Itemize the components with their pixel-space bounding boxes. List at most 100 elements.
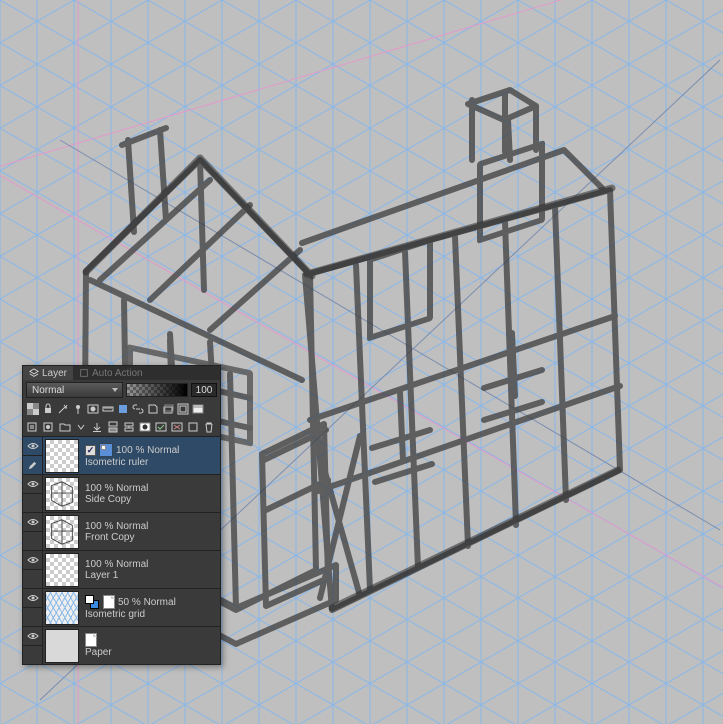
layer-row-side_copy[interactable]: 100 % NormalSide Copy <box>23 474 220 512</box>
layer-thumbnail[interactable] <box>45 553 79 587</box>
opacity-slider[interactable] <box>126 383 188 397</box>
layer-thumb-wrap <box>43 437 81 474</box>
layer-name[interactable]: Isometric ruler <box>85 457 220 468</box>
layer-opacity-label: 100 % Normal <box>85 521 148 532</box>
layer-color-chip[interactable] <box>85 595 99 609</box>
layer-name[interactable]: Paper <box>85 647 220 658</box>
page-icon <box>103 595 115 609</box>
tab-auto-action[interactable]: Auto Action <box>73 366 149 380</box>
layer-list[interactable]: ✓100 % NormalIsometric ruler100 % Normal… <box>23 436 220 664</box>
layer-opacity-label: 100 % Normal <box>116 445 179 456</box>
edit-indicator[interactable] <box>23 532 42 550</box>
layer-info-top: 100 % Normal <box>85 483 220 494</box>
new-vector-layer-icon[interactable] <box>41 419 56 435</box>
layer-panel[interactable]: Layer Auto Action Normal 100 <box>22 365 221 665</box>
layer-name[interactable]: Side Copy <box>85 494 220 505</box>
layer-name[interactable]: Layer 1 <box>85 570 220 581</box>
new-raster-layer-icon[interactable] <box>25 419 40 435</box>
edit-indicator[interactable] <box>23 608 42 626</box>
layer-visibility-col <box>23 627 43 664</box>
merge-visible-icon[interactable] <box>121 419 136 435</box>
trash-icon[interactable] <box>201 419 216 435</box>
tab-layer-label: Layer <box>42 368 67 379</box>
ruler-toggle-icon[interactable] <box>100 401 115 417</box>
layer-thumb-wrap <box>43 475 81 512</box>
layer-info: 50 % NormalIsometric grid <box>81 589 220 626</box>
ruler-icon <box>99 443 113 457</box>
pin-icon[interactable] <box>70 401 85 417</box>
ruler-enable-checkbox[interactable]: ✓ <box>85 445 96 456</box>
panel-tabs: Layer Auto Action <box>23 366 220 380</box>
layer-visibility-col <box>23 513 43 550</box>
clear-layer-icon[interactable] <box>185 419 200 435</box>
link-icon[interactable] <box>130 401 145 417</box>
tab-layer[interactable]: Layer <box>23 366 73 380</box>
layer-name[interactable]: Isometric grid <box>85 609 220 620</box>
layer-visibility-col <box>23 589 43 626</box>
visibility-toggle[interactable] <box>23 551 42 570</box>
layer-thumbnail[interactable] <box>45 629 79 663</box>
visibility-toggle[interactable] <box>23 589 42 608</box>
frame-icon[interactable] <box>175 401 190 417</box>
visibility-toggle[interactable] <box>23 627 42 646</box>
layer-icon[interactable] <box>160 401 175 417</box>
layer-name[interactable]: Front Copy <box>85 532 220 543</box>
layer-opacity-label: 100 % Normal <box>85 483 148 494</box>
edit-indicator[interactable] <box>23 456 42 474</box>
transfer-down-icon[interactable] <box>89 419 104 435</box>
panel-menu-icon[interactable] <box>190 401 205 417</box>
layer-row-isometric_ruler[interactable]: ✓ 100 % NormalIsometric ruler <box>23 436 220 474</box>
layer-info: ✓ 100 % NormalIsometric ruler <box>81 437 220 474</box>
layers-icon <box>29 368 39 378</box>
wand-icon[interactable] <box>55 401 70 417</box>
layer-visibility-col <box>23 551 43 588</box>
layer-info: 100 % NormalLayer 1 <box>81 551 220 588</box>
layer-row-layer_1[interactable]: 100 % NormalLayer 1 <box>23 550 220 588</box>
merge-down-icon[interactable] <box>105 419 120 435</box>
mask-icon[interactable] <box>85 401 100 417</box>
layer-toolbar-2 <box>23 418 220 436</box>
layer-thumb-wrap <box>43 551 81 588</box>
page-icon <box>85 633 97 647</box>
apply-mask-icon[interactable] <box>153 419 168 435</box>
layer-opacity-label: 100 % Normal <box>85 559 148 570</box>
color-label-icon[interactable] <box>115 401 130 417</box>
layer-thumbnail[interactable] <box>45 515 79 549</box>
edit-indicator[interactable] <box>23 570 42 588</box>
visibility-toggle[interactable] <box>23 437 42 456</box>
layer-info: 100 % NormalFront Copy <box>81 513 220 550</box>
checkerboard-icon[interactable] <box>25 401 40 417</box>
blend-mode-value: Normal <box>32 385 64 396</box>
new-folder-icon[interactable] <box>57 419 72 435</box>
layer-row-paper[interactable]: Paper <box>23 626 220 664</box>
layer-opacity-label: 50 % Normal <box>118 597 176 608</box>
layer-thumb-wrap <box>43 627 81 664</box>
layer-row-isometric_grid[interactable]: 50 % NormalIsometric grid <box>23 588 220 626</box>
layer-toolbar-1 <box>23 400 220 418</box>
visibility-toggle[interactable] <box>23 513 42 532</box>
lock-alpha-icon[interactable] <box>40 401 55 417</box>
blend-row: Normal 100 <box>23 380 220 400</box>
chevron-down-icon[interactable] <box>73 419 88 435</box>
layer-visibility-col <box>23 437 43 474</box>
layer-row-front_copy[interactable]: 100 % NormalFront Copy <box>23 512 220 550</box>
edit-indicator[interactable] <box>23 646 42 664</box>
action-icon <box>79 368 89 378</box>
edit-indicator[interactable] <box>23 494 42 512</box>
add-mask-icon[interactable] <box>137 419 152 435</box>
layer-visibility-col <box>23 475 43 512</box>
layer-info-top: 50 % Normal <box>85 595 220 609</box>
layer-info-top: ✓ 100 % Normal <box>85 443 220 457</box>
opacity-value[interactable]: 100 <box>191 383 217 397</box>
reference-icon[interactable] <box>145 401 160 417</box>
blend-mode-select[interactable]: Normal <box>26 382 123 398</box>
layer-thumb-wrap <box>43 513 81 550</box>
layer-info: Paper <box>81 627 220 664</box>
visibility-toggle[interactable] <box>23 475 42 494</box>
layer-thumbnail[interactable] <box>45 477 79 511</box>
layer-thumb-wrap <box>43 589 81 626</box>
tab-auto-action-label: Auto Action <box>92 368 143 379</box>
layer-thumbnail[interactable] <box>45 591 79 625</box>
layer-thumbnail[interactable] <box>45 439 79 473</box>
delete-mask-icon[interactable] <box>169 419 184 435</box>
